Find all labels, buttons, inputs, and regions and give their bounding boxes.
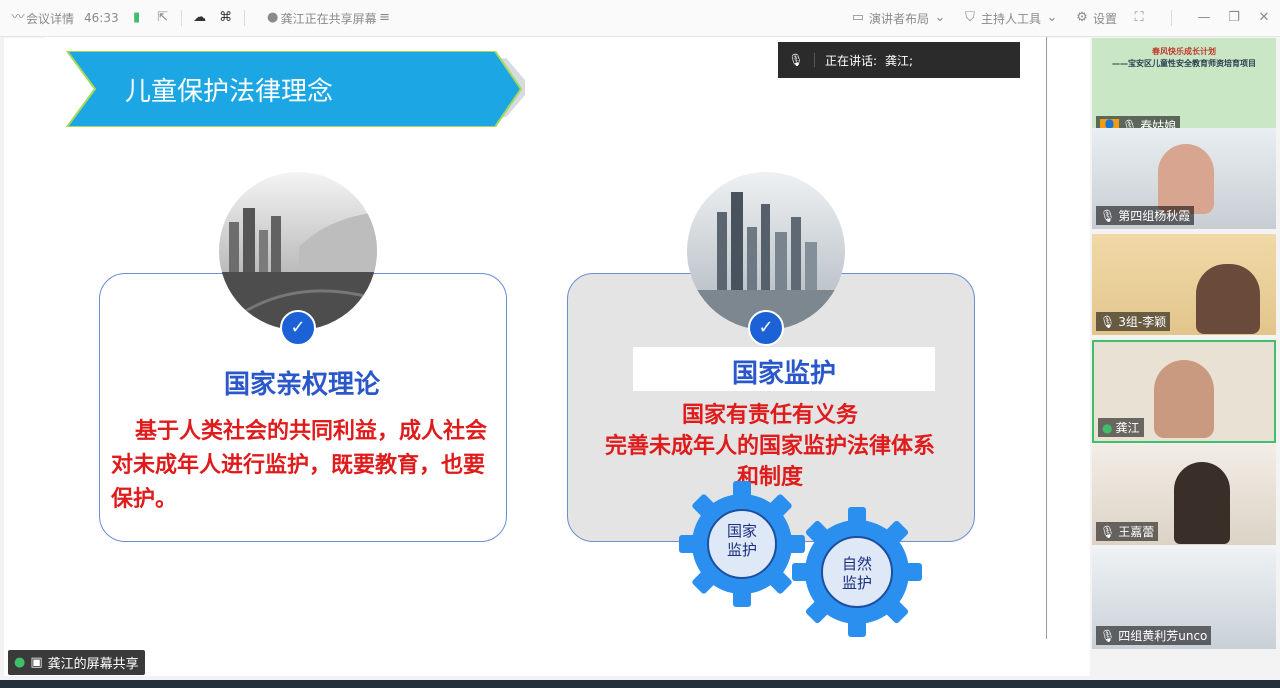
sharing-status[interactable]: ● 龚江正在共享屏幕 ≡ [265,10,393,27]
restore-icon[interactable]: ❐ [1226,10,1242,26]
external-link-icon[interactable]: ⇱ [155,10,171,26]
speaking-name: 龚江; [885,53,914,68]
video-tile[interactable]: 🎙 四组黄利芳unco [1092,548,1276,649]
mic-active-icon: ● [14,655,26,670]
left-card-title: 国家亲权理论 [223,370,380,400]
logo-icon: 〰 [11,10,25,25]
translate-icon[interactable]: ⌘ [218,10,234,26]
gear-national-line1: 国家 [726,522,757,540]
meeting-toolbar: 〰 会议详情 46:33 ▮ ⇱ ☁ ⌘ ● 龚江正在共享屏幕 ≡ ▭ 演讲者布… [0,0,1280,37]
close-icon[interactable]: ✕ [1256,10,1272,26]
thumb-title: 春风快乐成长计划 [1152,47,1216,56]
city-photo-left [219,172,377,330]
divider [180,10,182,26]
right-card-title: 国家监护 [731,359,836,389]
presenter-layout-button[interactable]: ▭ 演讲者布局 ⌄ [850,10,948,27]
host-tools-button[interactable]: ⛉ 主持人工具 ⌄ [962,10,1060,27]
meeting-timer: 46:33 [84,11,119,25]
meeting-details-label: 会议详情 [26,11,75,26]
meeting-details-button[interactable]: 〰 会议详情 [10,10,74,27]
participant-name: 四组黄利芳unco [1118,629,1208,643]
gear-icon: ⚙ [1076,10,1088,25]
screen-share-label: 龚江的屏幕共享 [47,657,139,672]
signal-icon: ▮ [133,10,141,25]
video-tile[interactable]: 春风快乐成长计划 ——宝安区儿童性安全教育师资培育项目 👤 🎙 春姑娘 [1092,38,1276,139]
presentation-slide: 儿童保护法律理念 ✓ 国家亲权理论 基于人类社会的共同利益，成人社会对未成年人进… [45,37,1047,639]
participant-video [1174,462,1230,544]
gear-natural-line1: 自然 [841,555,872,573]
mic-muted-icon: 🎙 [1100,628,1116,643]
participant-name: 龚江 [1115,421,1140,435]
chevron-down-icon: ⌄ [934,10,946,25]
divider [1171,10,1172,26]
participant-name-tag: 🎙 第四组杨秋霞 [1096,206,1195,225]
chevron-down-icon: ⌄ [1046,10,1058,25]
video-tile[interactable]: 🎙 第四组杨秋霞 [1092,128,1276,229]
screen-icon: ▣ [30,655,43,670]
gear-natural-line2: 监护 [841,574,872,592]
settings-label: 设置 [1092,11,1117,26]
city-photo-right [687,172,845,330]
participant-video [1196,264,1260,334]
shield-icon: ⛉ [965,10,975,25]
mic-active-icon: ● [1102,420,1113,435]
host-tools-label: 主持人工具 [980,11,1041,26]
mic-muted-icon: 🎙 [778,53,815,67]
gear-national-label: 国家 监护 [712,522,772,560]
speaking-label: 正在讲话: [825,53,878,68]
presenter-layout-label: 演讲者布局 [868,11,929,26]
taskbar-strip [0,680,1280,688]
mic-muted-icon: 🎙 [1100,314,1116,329]
check-icon: ✓ [748,310,784,346]
sharing-status-label: 龚江正在共享屏幕 [280,11,377,26]
left-card-body: 基于人类社会的共同利益，成人社会对未成年人进行监护，既要教育，也要保护。 [111,419,488,512]
cloud-record-icon[interactable]: ☁ [192,10,208,26]
participant-video [1158,144,1214,214]
screen-share-tag[interactable]: ● ▣ 龚江的屏幕共享 [8,650,145,675]
video-tile-active[interactable]: ● 龚江 [1092,340,1276,443]
video-tile[interactable]: 🎙 王嘉蕾 [1092,444,1276,545]
layout-icon: ▭ [851,10,865,25]
participant-sidebar: 春风快乐成长计划 ——宝安区儿童性安全教育师资培育项目 👤 🎙 春姑娘 🎙 第四… [1092,38,1280,676]
mic-muted-icon: 🎙 [1100,524,1116,539]
fullscreen-icon[interactable]: ⛶ [1131,10,1147,26]
menu-icon: ≡ [379,10,391,25]
gear-natural-label: 自然 监护 [827,555,887,593]
participant-name-tag: 🎙 3组-李颖 [1096,312,1171,331]
participant-video [1154,360,1214,438]
participant-name: 3组-李颖 [1118,315,1167,329]
right-card-body-line1: 国家有责任有义务 [681,403,858,428]
mic-muted-icon: 🎙 [1100,208,1116,223]
participant-name: 王嘉蕾 [1118,525,1155,539]
participant-name: 第四组杨秋霞 [1118,209,1191,223]
divider [243,10,245,26]
record-dot-icon: ● [266,10,279,25]
participant-name-tag: ● 龚江 [1098,418,1144,437]
settings-button[interactable]: ⚙ 设置 [1074,10,1117,27]
video-tile[interactable]: 🎙 3组-李颖 [1092,234,1276,335]
toolbar-right: ▭ 演讲者布局 ⌄ ⛉ 主持人工具 ⌄ ⚙ 设置 ⛶ — ❐ ✕ [850,0,1272,36]
right-card-body-line2: 完善未成年人的国家监护法律体系 [604,434,935,459]
participant-name-tag: 🎙 四组黄利芳unco [1096,626,1212,645]
minimize-icon[interactable]: — [1196,10,1212,26]
check-icon: ✓ [280,310,316,346]
thumb-subtitle: ——宝安区儿童性安全教育师资培育项目 [1112,59,1256,68]
gear-national-line2: 监护 [726,541,757,559]
banner-title: 儿童保护法律理念 [125,77,334,107]
participant-name-tag: 🎙 王嘉蕾 [1096,522,1159,541]
speaking-indicator: 🎙 正在讲话: 龚江; [778,42,1020,78]
